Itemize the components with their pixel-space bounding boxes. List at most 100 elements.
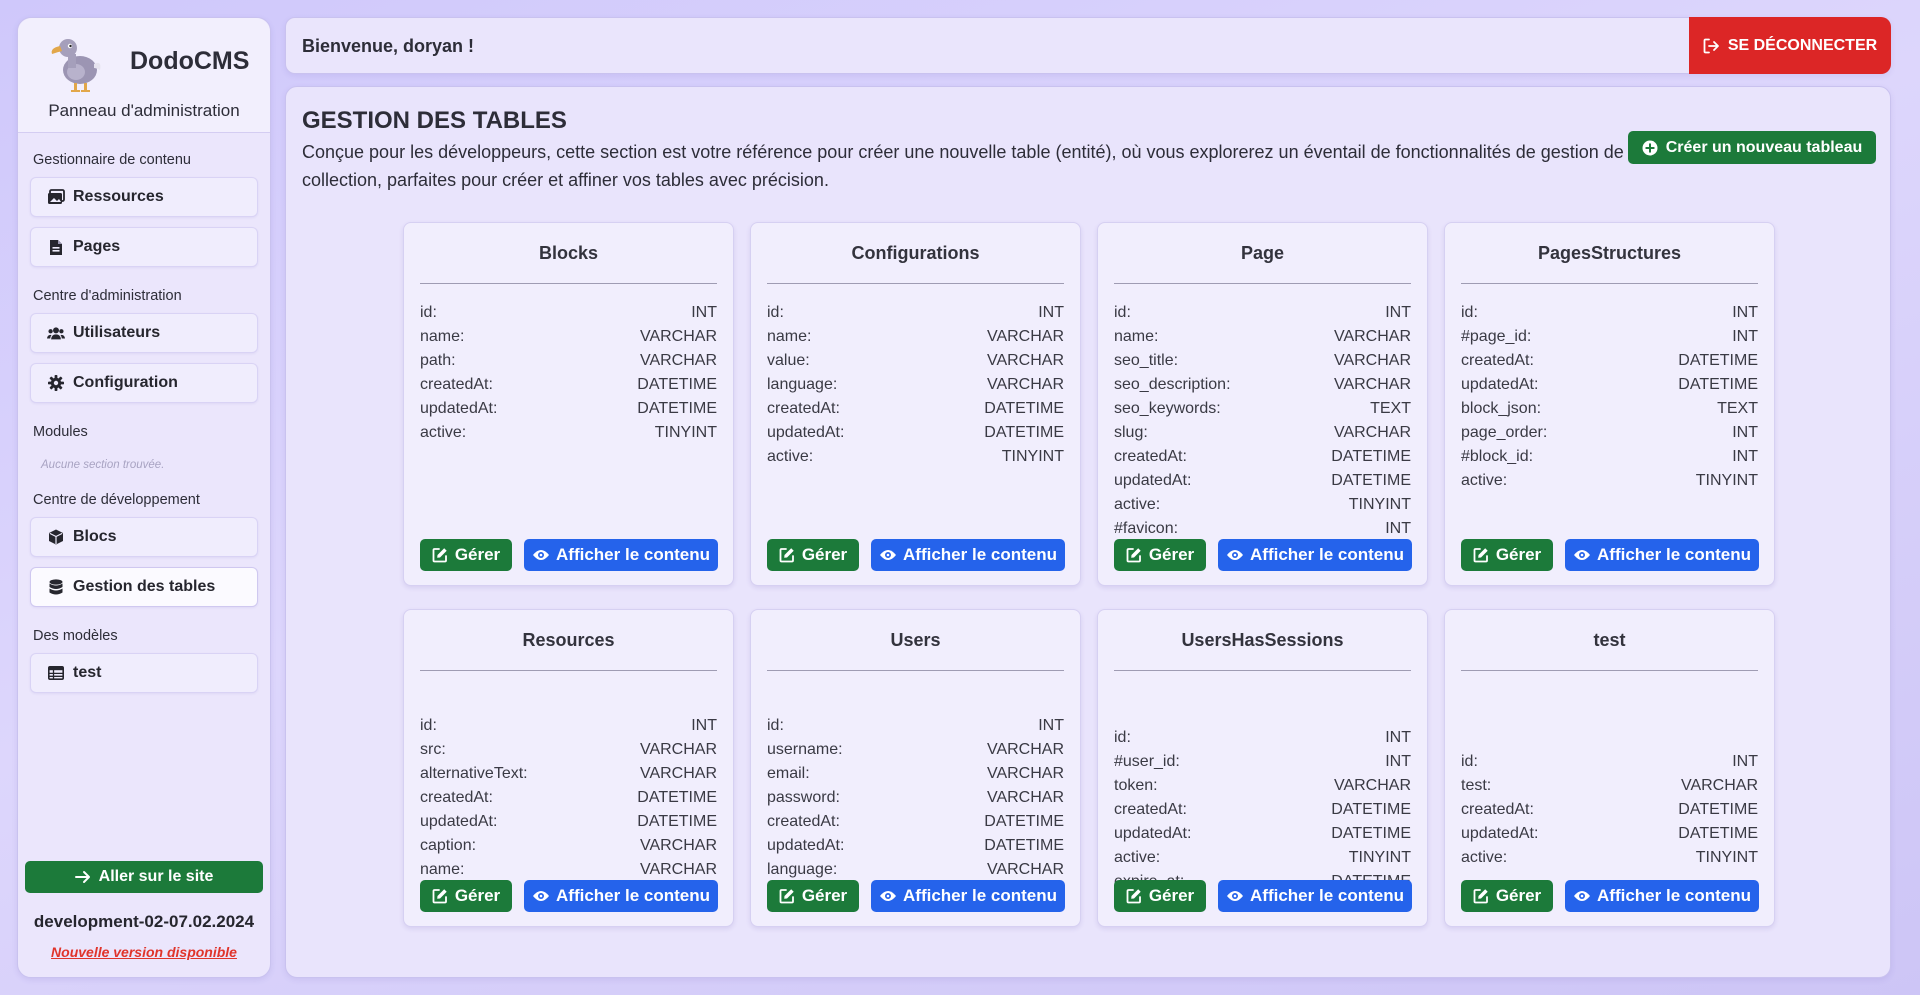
field-name: active: (1461, 849, 1508, 866)
sidebar-item-resources[interactable]: Ressources (30, 177, 258, 217)
field-name: #block_id: (1461, 448, 1534, 465)
manage-table-button[interactable]: Gérer (1114, 539, 1206, 571)
view-content-button[interactable]: Afficher le contenu (1565, 539, 1759, 571)
view-content-label: Afficher le contenu (903, 886, 1057, 905)
field-name: alternativeText: (420, 765, 528, 782)
dodo-logo (51, 39, 101, 92)
sidebar-item-configuration[interactable]: Configuration (30, 363, 258, 403)
view-content-button[interactable]: Afficher le contenu (1218, 880, 1412, 912)
manage-table-button[interactable]: Gérer (767, 539, 859, 571)
field-name: #page_id: (1461, 328, 1532, 345)
field-type: DATETIME (1331, 825, 1411, 842)
create-table-button[interactable]: Créer un nouveau tableau (1628, 131, 1876, 164)
field-type: DATETIME (1678, 352, 1758, 369)
manage-table-button[interactable]: Gérer (1461, 880, 1553, 912)
manage-table-button[interactable]: Gérer (420, 880, 512, 912)
field-name: id: (1461, 304, 1478, 321)
field-name: caption: (420, 837, 477, 854)
view-content-button[interactable]: Afficher le contenu (1218, 539, 1412, 571)
view-content-button[interactable]: Afficher le contenu (871, 539, 1065, 571)
arrow-right-icon (74, 870, 91, 884)
table-field-list: id: INT name: VARCHAR seo_title: VARCHAR seo_d… (1114, 301, 1411, 541)
table-field-list: id: INT name: VARCHAR path: VARCHAR createdAt:… (420, 301, 717, 445)
field-type: DATETIME (1678, 825, 1758, 842)
sidebar-item-test[interactable]: test (30, 653, 258, 693)
table-field-row: active: TINYINT (1114, 493, 1411, 517)
brand-header: DodoCMS Panneau d'administration (18, 18, 270, 133)
field-name: updatedAt: (767, 837, 845, 854)
table-field-row: id: INT (767, 301, 1064, 325)
view-content-button[interactable]: Afficher le contenu (871, 880, 1065, 912)
sidebar-item-tables[interactable]: Gestion des tables (30, 567, 258, 607)
go-to-site-button[interactable]: Aller sur le site (25, 861, 263, 893)
field-type: DATETIME (984, 400, 1064, 417)
sidebar-item-pages[interactable]: Pages (30, 227, 258, 267)
eye-icon (1226, 889, 1244, 903)
table-card-divider (767, 670, 1064, 671)
manage-table-button[interactable]: Gérer (1461, 539, 1553, 571)
edit-icon (1473, 547, 1489, 563)
view-content-button[interactable]: Afficher le contenu (524, 880, 718, 912)
field-name: id: (1114, 304, 1131, 321)
field-name: updatedAt: (420, 813, 498, 830)
table-card: Configurations id: INT name: VARCHAR value: VA… (750, 222, 1081, 586)
manage-label: Gérer (801, 545, 848, 564)
sidebar-item-label: test (73, 664, 102, 681)
new-version-link[interactable]: Nouvelle version disponible (18, 944, 270, 960)
edit-icon (432, 888, 448, 904)
manage-label: Gérer (454, 545, 501, 564)
eye-icon (532, 889, 550, 903)
table-field-row: id: INT (767, 714, 1064, 738)
field-type: TEXT (1370, 400, 1411, 417)
field-type: DATETIME (984, 837, 1064, 854)
table-card-title: Resources (522, 630, 615, 650)
field-name: createdAt: (1461, 352, 1534, 369)
manage-label: Gérer (1148, 545, 1195, 564)
table-card-actions: Gérer Afficher le contenu (420, 539, 718, 571)
field-name: updatedAt: (420, 400, 498, 417)
field-type: DATETIME (984, 424, 1064, 441)
field-name: active: (420, 424, 467, 441)
field-name: #user_id: (1114, 753, 1180, 770)
eye-icon (1226, 548, 1244, 562)
sidebar-item-blocs[interactable]: Blocs (30, 517, 258, 557)
table-field-row: slug: VARCHAR (1114, 421, 1411, 445)
table-card-actions: Gérer Afficher le contenu (1114, 539, 1412, 571)
table-field-list: id: INT #user_id: INT token: VARCHAR createdAt… (1114, 726, 1411, 894)
table-card-actions: Gérer Afficher le contenu (767, 880, 1065, 912)
table-field-row: updatedAt: DATETIME (767, 421, 1064, 445)
logout-button[interactable]: SE DÉCONNECTER (1689, 17, 1891, 74)
table-field-row: seo_description: VARCHAR (1114, 373, 1411, 397)
field-name: updatedAt: (1461, 825, 1539, 842)
table-field-row: id: INT (1114, 726, 1411, 750)
field-name: createdAt: (767, 813, 840, 830)
sidebar-item-label: Pages (73, 238, 121, 255)
table-field-row: page_order: INT (1461, 421, 1758, 445)
table-card-title: Configurations (851, 243, 980, 263)
field-name: seo_title: (1114, 352, 1179, 369)
edit-icon (1126, 547, 1142, 563)
table-field-row: value: VARCHAR (767, 349, 1064, 373)
table-field-list: id: INT name: VARCHAR value: VARCHAR language:… (767, 301, 1064, 469)
table-field-row: path: VARCHAR (420, 349, 717, 373)
table-field-row: createdAt: DATETIME (767, 397, 1064, 421)
table-field-row: caption: VARCHAR (420, 834, 717, 858)
gear-icon (47, 374, 65, 392)
table-field-row: updatedAt: DATETIME (1461, 373, 1758, 397)
table-card-actions: Gérer Afficher le contenu (767, 539, 1065, 571)
view-content-button[interactable]: Afficher le contenu (1565, 880, 1759, 912)
sidebar-item-users[interactable]: Utilisateurs (30, 313, 258, 353)
view-content-button[interactable]: Afficher le contenu (524, 539, 718, 571)
table-field-row: createdAt: DATETIME (1461, 798, 1758, 822)
section-title-admin: Centre d'administration (33, 288, 182, 304)
edit-icon (432, 547, 448, 563)
field-type: VARCHAR (639, 837, 717, 854)
table-field-row: name: VARCHAR (420, 858, 717, 882)
table-card: Users id: INT username: VARCHAR email: VARCHAR… (750, 609, 1081, 927)
field-name: page_order: (1461, 424, 1548, 441)
manage-table-button[interactable]: Gérer (420, 539, 512, 571)
manage-table-button[interactable]: Gérer (767, 880, 859, 912)
manage-table-button[interactable]: Gérer (1114, 880, 1206, 912)
table-field-row: updatedAt: DATETIME (420, 397, 717, 421)
table-field-row: src: VARCHAR (420, 738, 717, 762)
